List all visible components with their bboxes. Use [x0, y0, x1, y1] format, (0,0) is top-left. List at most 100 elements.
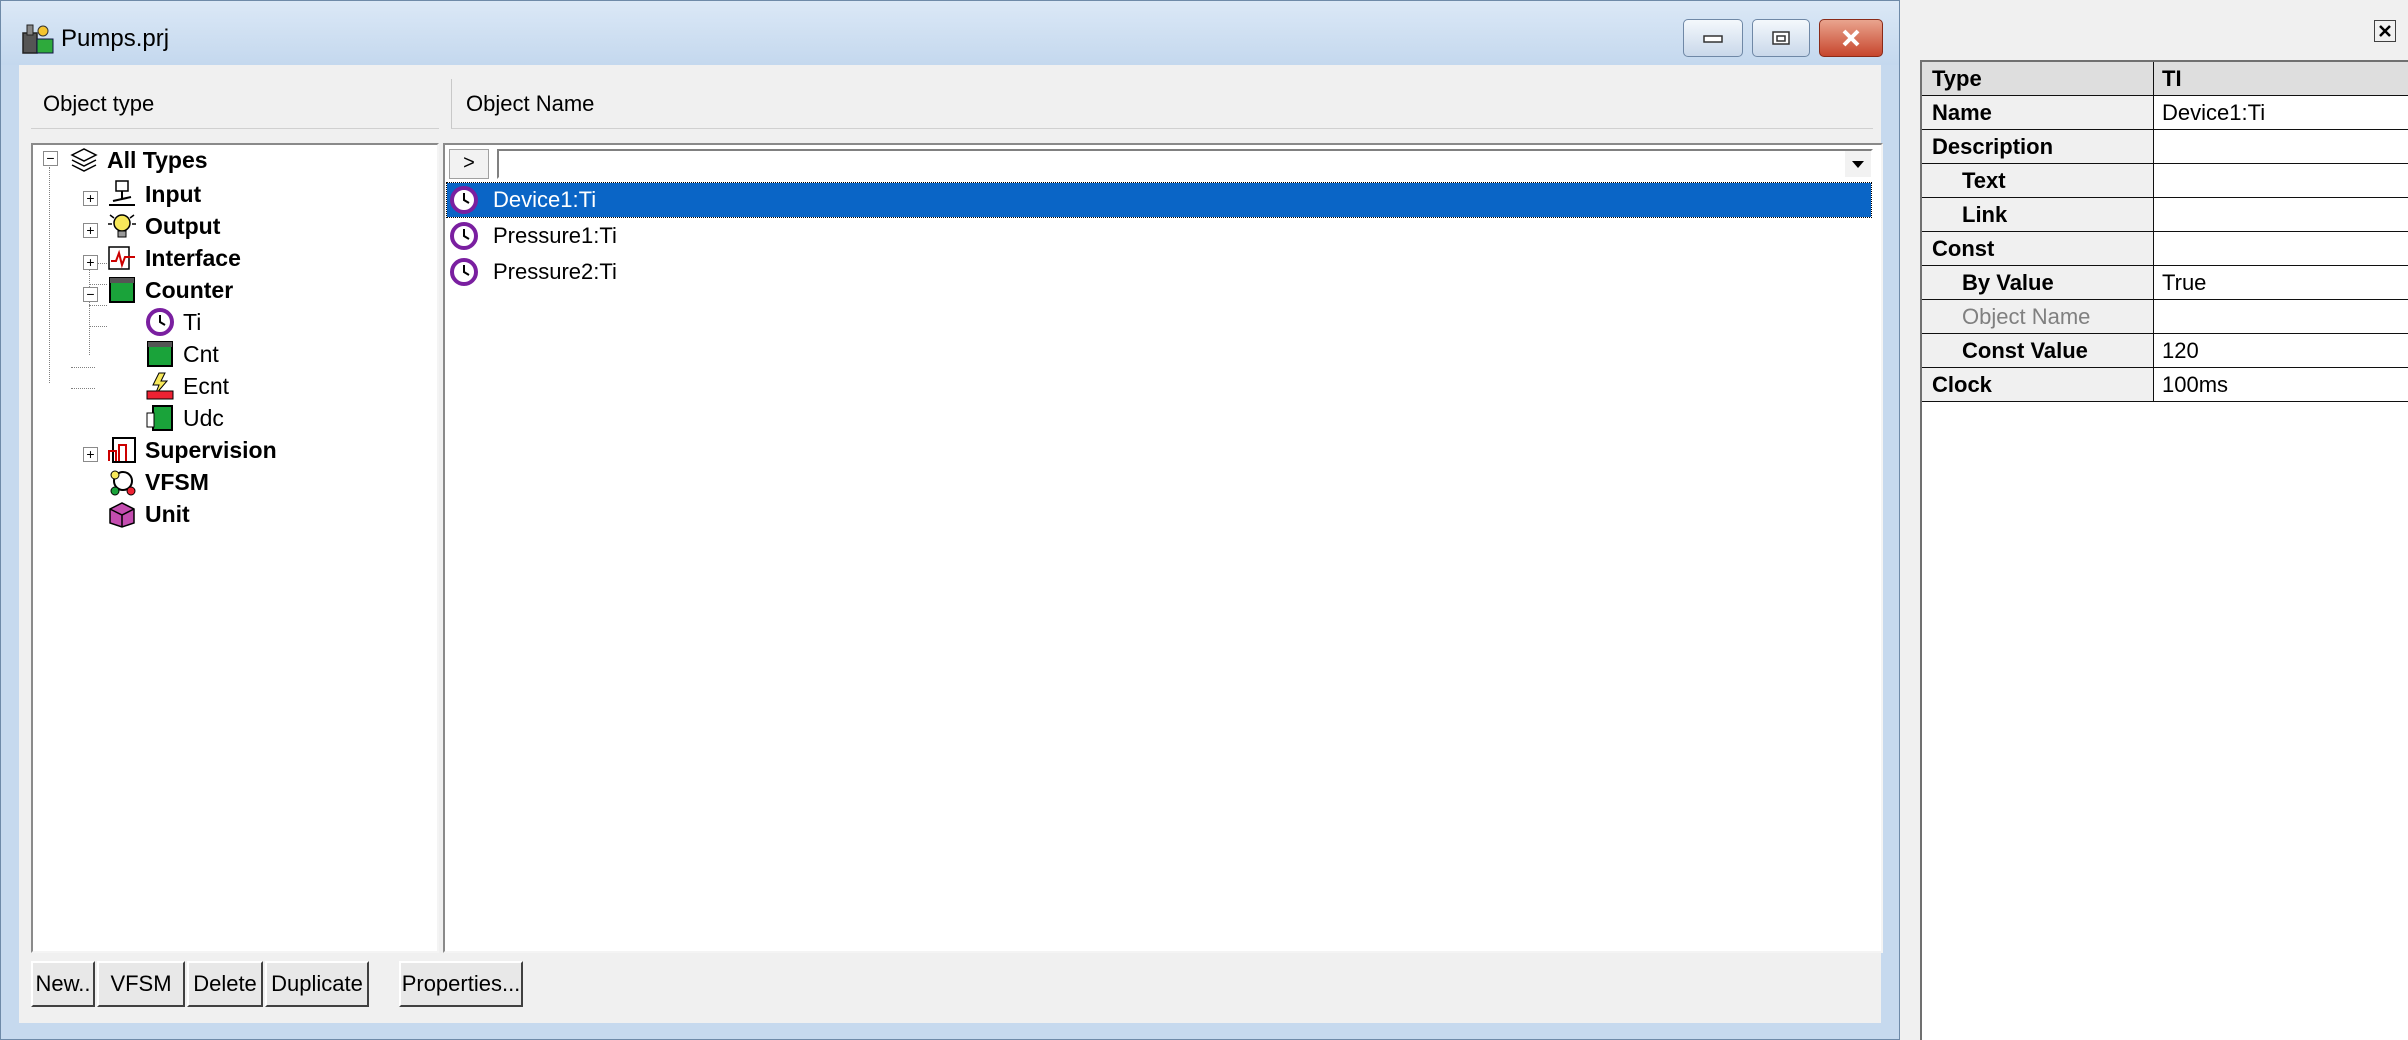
close-icon [2379, 25, 2391, 37]
title-bar[interactable]: Pumps.prj [1, 1, 1899, 65]
tree-item-label: Unit [145, 500, 190, 527]
tree-connector [89, 326, 107, 327]
tree-item-label: Cnt [183, 340, 219, 367]
tree-connector [89, 305, 107, 306]
property-row-name[interactable]: Name Device1:Ti [1922, 96, 2408, 130]
tree-item-counter[interactable]: Counter [107, 275, 233, 305]
list-item[interactable]: Device1:Ti [446, 182, 1872, 218]
tree-item-label: VFSM [145, 468, 209, 495]
clock-icon [450, 222, 478, 250]
signal-icon [108, 246, 135, 270]
property-value[interactable]: True [2154, 266, 2408, 299]
layers-icon [70, 148, 98, 172]
restore-button[interactable] [1752, 19, 1810, 57]
vfsm-button[interactable]: VFSM [97, 961, 185, 1007]
project-window: Pumps.prj Object type − All Types + Inpu… [0, 0, 1900, 1040]
property-row-description[interactable]: Description [1922, 130, 2408, 164]
tree-item-supervision[interactable]: Supervision [107, 435, 277, 465]
tree-item-label: Interface [145, 244, 241, 271]
window-client-area: Object type − All Types + Input + Output… [19, 65, 1883, 1023]
properties-button[interactable]: Properties... [399, 961, 523, 1007]
property-row-type[interactable]: Type TI [1922, 62, 2408, 96]
property-key: Description [1922, 130, 2154, 163]
expand-toggle[interactable]: + [83, 255, 98, 270]
restore-icon [1772, 31, 1790, 45]
property-value[interactable]: Device1:Ti [2154, 96, 2408, 129]
property-value: TI [2154, 62, 2408, 95]
object-list[interactable]: > Device1:Ti Pressure1:Ti Pressure2:Ti [443, 143, 1883, 953]
tree-item-unit[interactable]: Unit [107, 499, 190, 529]
object-type-pane: Object type − All Types + Input + Output… [31, 79, 449, 953]
property-value[interactable]: 120 [2154, 334, 2408, 367]
list-item[interactable]: Pressure1:Ti [447, 219, 1871, 253]
filter-combobox[interactable] [497, 149, 1873, 179]
property-value [2154, 300, 2408, 333]
chevron-down-icon [1852, 161, 1864, 168]
expand-toggle[interactable]: + [83, 447, 98, 462]
tree-item-vfsm[interactable]: VFSM [107, 467, 209, 497]
tree-connector [89, 265, 90, 355]
property-key: Const Value [1922, 334, 2154, 367]
tree-connector [71, 367, 95, 368]
clock-icon [146, 308, 174, 336]
window-title: Pumps.prj [61, 25, 170, 52]
object-type-tree[interactable]: − All Types + Input + Output + Interface… [31, 143, 439, 953]
tree-item-interface[interactable]: Interface [107, 243, 241, 273]
property-key: Type [1922, 62, 2154, 95]
property-value[interactable] [2154, 164, 2408, 197]
property-key: Name [1922, 96, 2154, 129]
list-item-label: Pressure1:Ti [493, 223, 617, 248]
minimize-button[interactable] [1683, 19, 1743, 57]
expand-toggle[interactable]: + [83, 223, 98, 238]
counter-icon [147, 341, 173, 367]
tree-connector [71, 388, 95, 389]
properties-panel: Type TI Name Device1:Ti Description Text… [1900, 0, 2408, 1040]
property-grid: Type TI Name Device1:Ti Description Text… [1920, 60, 2408, 1040]
lightbulb-icon [108, 214, 136, 238]
filter-button[interactable]: > [449, 149, 489, 179]
property-value[interactable] [2154, 232, 2408, 265]
tree-item-all-types[interactable]: All Types [69, 145, 208, 175]
delete-button[interactable]: Delete [187, 961, 263, 1007]
expand-toggle[interactable]: + [83, 191, 98, 206]
object-type-header: Object type [31, 79, 439, 129]
collapse-toggle[interactable]: − [43, 151, 58, 166]
tree-item-udc[interactable]: Udc [145, 403, 224, 433]
tree-item-cnt[interactable]: Cnt [145, 339, 219, 369]
state-machine-icon [110, 470, 136, 496]
property-value[interactable]: 100ms [2154, 368, 2408, 401]
property-value[interactable] [2154, 198, 2408, 231]
list-item-label: Device1:Ti [493, 187, 597, 212]
new-button[interactable]: New.. [31, 961, 95, 1007]
tree-connector [49, 167, 50, 383]
duplicate-button[interactable]: Duplicate [265, 961, 369, 1007]
property-row-link[interactable]: Link [1922, 198, 2408, 232]
tree-item-ecnt[interactable]: Ecnt [145, 371, 229, 401]
object-name-pane: Object Name > Device1:Ti Pressure1:Ti Pr… [431, 79, 1883, 953]
tree-item-label: Supervision [145, 436, 277, 463]
property-key: Link [1922, 198, 2154, 231]
property-row-clock[interactable]: Clock 100ms [1922, 368, 2408, 402]
tree-item-ti[interactable]: Ti [145, 307, 201, 337]
switch-icon [109, 180, 135, 206]
property-value[interactable] [2154, 130, 2408, 163]
unit-icon [109, 502, 135, 528]
property-row-const-value[interactable]: Const Value 120 [1922, 334, 2408, 368]
close-icon [1842, 29, 1860, 47]
property-key: By Value [1922, 266, 2154, 299]
property-key: Text [1922, 164, 2154, 197]
property-row-by-value[interactable]: By Value True [1922, 266, 2408, 300]
clock-icon [450, 258, 478, 286]
close-button[interactable] [1819, 19, 1883, 57]
tree-item-label: Output [145, 212, 221, 239]
tree-item-input[interactable]: Input [107, 179, 201, 209]
list-item[interactable]: Pressure2:Ti [447, 255, 1871, 289]
panel-close-button[interactable] [2374, 20, 2396, 42]
tree-item-output[interactable]: Output [107, 211, 220, 241]
collapse-toggle[interactable]: − [83, 287, 98, 302]
tree-item-label: Input [145, 180, 202, 207]
property-row-object-name: Object Name [1922, 300, 2408, 334]
property-row-text[interactable]: Text [1922, 164, 2408, 198]
property-row-const[interactable]: Const [1922, 232, 2408, 266]
dropdown-button[interactable] [1845, 151, 1871, 177]
